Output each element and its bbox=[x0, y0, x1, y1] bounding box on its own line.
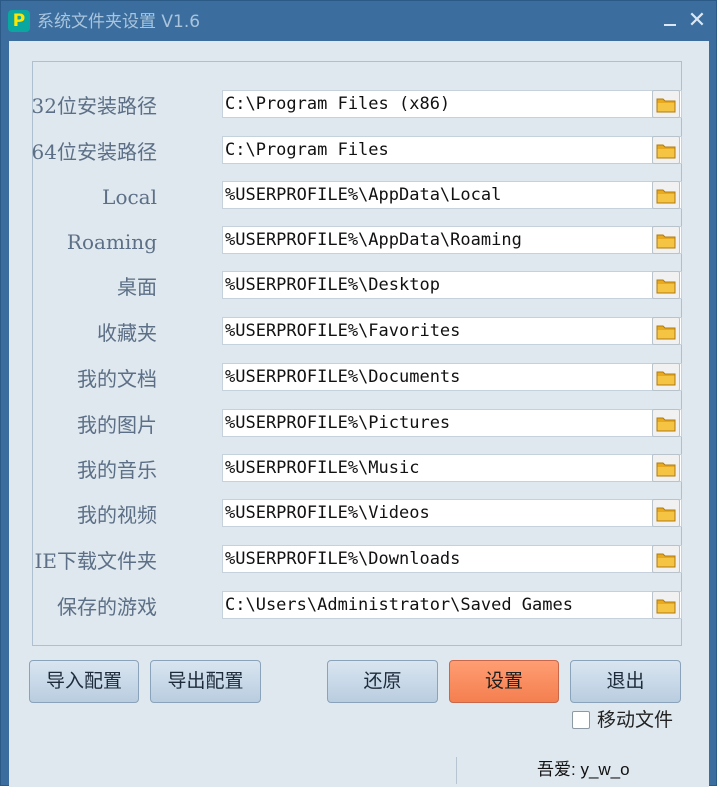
browse-folder-button[interactable] bbox=[652, 317, 680, 345]
folder-icon bbox=[656, 189, 676, 204]
folder-icon bbox=[656, 417, 676, 432]
folder-icon bbox=[656, 599, 676, 614]
path-label: 收藏夹 bbox=[97, 321, 157, 345]
browse-folder-button[interactable] bbox=[652, 454, 680, 482]
path-label: Local bbox=[102, 185, 157, 209]
folder-icon bbox=[656, 325, 676, 340]
path-label: 我的图片 bbox=[77, 413, 157, 437]
path-label: 我的音乐 bbox=[77, 458, 157, 482]
folder-icon bbox=[656, 279, 676, 294]
move-files-label[interactable]: 移动文件 bbox=[597, 708, 673, 732]
browse-folder-button[interactable] bbox=[652, 136, 680, 164]
minimize-icon bbox=[664, 24, 676, 26]
browse-folder-button[interactable] bbox=[652, 591, 680, 619]
restore-button[interactable]: 还原 bbox=[327, 660, 438, 703]
path-input[interactable]: C:\Program Files bbox=[222, 136, 682, 164]
path-label: 32位安装路径 bbox=[31, 94, 157, 118]
path-input[interactable]: %USERPROFILE%\Documents bbox=[222, 363, 682, 391]
exit-button[interactable]: 退出 bbox=[570, 660, 681, 703]
path-input[interactable]: %USERPROFILE%\Desktop bbox=[222, 271, 682, 299]
status-bar: 吾爱: y_w_o bbox=[9, 754, 709, 787]
path-input[interactable]: %USERPROFILE%\Videos bbox=[222, 499, 682, 527]
app-logo-icon: P bbox=[8, 10, 30, 32]
close-button[interactable]: ✕ bbox=[685, 9, 709, 33]
browse-folder-button[interactable] bbox=[652, 226, 680, 254]
export-config-button[interactable]: 导出配置 bbox=[150, 660, 261, 703]
paths-group: 32位安装路径 C:\Program Files (x86) 64位安装路径 C:\P… bbox=[32, 61, 682, 646]
move-files-checkbox[interactable] bbox=[572, 711, 590, 729]
title-bar[interactable]: P 系统文件夹设置 V1.6 ✕ bbox=[1, 1, 716, 41]
status-credit: 吾爱: y_w_o bbox=[537, 760, 630, 779]
folder-icon bbox=[656, 462, 676, 477]
path-input[interactable]: C:\Users\Administrator\Saved Games bbox=[222, 591, 682, 619]
app-window: P 系统文件夹设置 V1.6 ✕ 32位安装路径 C:\Program Files… bbox=[0, 0, 717, 787]
folder-icon bbox=[656, 371, 676, 386]
folder-icon bbox=[656, 507, 676, 522]
path-label: 保存的游戏 bbox=[57, 595, 157, 619]
browse-folder-button[interactable] bbox=[652, 271, 680, 299]
folder-icon bbox=[656, 144, 676, 159]
status-divider bbox=[456, 757, 457, 784]
path-input[interactable]: C:\Program Files (x86) bbox=[222, 90, 682, 118]
path-label: 64位安装路径 bbox=[31, 140, 157, 164]
path-input[interactable]: %USERPROFILE%\AppData\Roaming bbox=[222, 226, 682, 254]
browse-folder-button[interactable] bbox=[652, 363, 680, 391]
client-area: 32位安装路径 C:\Program Files (x86) 64位安装路径 C:\P… bbox=[9, 41, 709, 787]
path-label: 桌面 bbox=[117, 275, 157, 299]
folder-icon bbox=[656, 234, 676, 249]
browse-folder-button[interactable] bbox=[652, 181, 680, 209]
path-input[interactable]: %USERPROFILE%\AppData\Local bbox=[222, 181, 682, 209]
import-config-button[interactable]: 导入配置 bbox=[29, 660, 139, 703]
path-input[interactable]: %USERPROFILE%\Favorites bbox=[222, 317, 682, 345]
path-label: IE下载文件夹 bbox=[34, 549, 158, 573]
path-label: Roaming bbox=[66, 230, 157, 254]
path-label: 我的文档 bbox=[77, 367, 157, 391]
browse-folder-button[interactable] bbox=[652, 409, 680, 437]
minimize-button[interactable] bbox=[658, 9, 682, 33]
window-title: 系统文件夹设置 V1.6 bbox=[37, 12, 201, 32]
apply-settings-button[interactable]: 设置 bbox=[449, 660, 559, 703]
folder-icon bbox=[656, 553, 676, 568]
browse-folder-button[interactable] bbox=[652, 90, 680, 118]
browse-folder-button[interactable] bbox=[652, 499, 680, 527]
path-input[interactable]: %USERPROFILE%\Music bbox=[222, 454, 682, 482]
path-input[interactable]: %USERPROFILE%\Downloads bbox=[222, 545, 682, 573]
folder-icon bbox=[656, 98, 676, 113]
browse-folder-button[interactable] bbox=[652, 545, 680, 573]
path-label: 我的视频 bbox=[77, 503, 157, 527]
path-input[interactable]: %USERPROFILE%\Pictures bbox=[222, 409, 682, 437]
